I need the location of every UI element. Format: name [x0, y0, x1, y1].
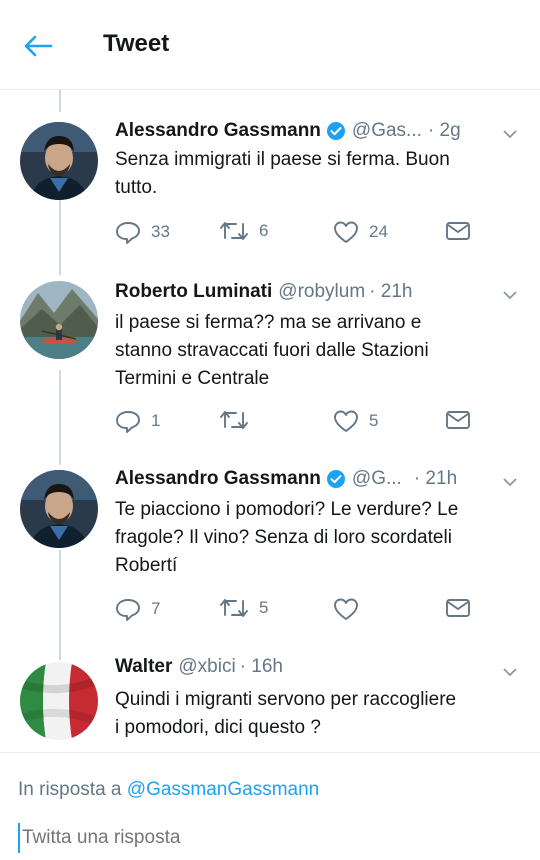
tweet[interactable]: Alessandro Gassmann @Gas... · 2g Senza i… [0, 110, 540, 270]
envelope-icon [446, 411, 470, 429]
man-portrait-avatar-icon [20, 122, 98, 200]
direct-message-button[interactable] [445, 220, 471, 242]
chevron-down-icon [503, 668, 517, 677]
landscape-kayak-avatar-icon [20, 281, 98, 359]
reply-icon [116, 599, 140, 621]
verified-badge-icon [326, 121, 346, 141]
like-button[interactable]: 5 [333, 409, 378, 433]
tweet-text-line: stanno stravaccati fuori dalle Stazioni [115, 340, 429, 361]
envelope-icon [446, 222, 470, 240]
verified-badge-icon [326, 469, 346, 489]
tweet-header: Roberto Luminati @robylum · 21h [115, 281, 412, 303]
tweet-text: Quindi i migranti servono per raccoglier… [115, 686, 525, 742]
direct-message-button[interactable] [445, 597, 471, 619]
heart-icon [334, 221, 358, 243]
chevron-down-icon [503, 478, 517, 487]
retweet-count: 5 [259, 598, 269, 617]
user-handle[interactable]: @robylum [278, 281, 365, 303]
tweet-header: Alessandro Gassmann @Gas... · 2g [115, 120, 461, 142]
tweet-text: Te piacciono i pomodori? Le verdure? Le … [115, 496, 525, 580]
display-name[interactable]: Walter [115, 656, 172, 678]
tweet-text: Senza immigrati il paese si ferma. Buon … [115, 146, 525, 202]
like-count: 24 [369, 222, 388, 241]
more-options-button[interactable] [500, 662, 520, 682]
tweet-time: · 2g [427, 120, 461, 141]
tweet-text-line: i pomodori, dici questo ? [115, 717, 321, 738]
retweet-button[interactable] [219, 409, 259, 431]
man-portrait-avatar-icon [20, 470, 98, 548]
reply-button[interactable]: 1 [115, 409, 160, 433]
more-options-button[interactable] [500, 285, 520, 305]
page-title: Tweet [103, 30, 170, 57]
chevron-down-icon [503, 130, 517, 139]
tweet-header: Alessandro Gassmann @G... · 21h [115, 468, 457, 490]
tweet-time: · 16h [239, 656, 283, 677]
reply-mention-link[interactable]: @GassmanGassmann [127, 779, 319, 800]
reply-button[interactable]: 7 [115, 597, 160, 621]
reply-input[interactable] [18, 823, 518, 853]
heart-icon [334, 410, 358, 432]
retweet-button[interactable]: 6 [219, 220, 268, 242]
envelope-icon [446, 599, 470, 617]
user-handle[interactable]: @G... [352, 468, 402, 490]
display-name[interactable]: Roberto Luminati [115, 281, 272, 303]
reply-context-prefix: In risposta a [18, 779, 122, 800]
display-name[interactable]: Alessandro Gassmann [115, 468, 321, 490]
display-name[interactable]: Alessandro Gassmann [115, 120, 321, 142]
avatar[interactable] [20, 281, 98, 359]
tweet[interactable]: Roberto Luminati @robylum · 21h il paese… [0, 275, 540, 455]
like-button[interactable]: 24 [333, 220, 388, 244]
tweet-actions: 7 5 [115, 597, 515, 623]
tweet-text-line: tutto. [115, 177, 158, 198]
retweet-button[interactable]: 5 [219, 597, 268, 619]
tweet-header: Walter @xbici · 16h [115, 656, 283, 678]
back-button[interactable] [18, 26, 58, 66]
tweet-time: · 21h [369, 281, 413, 302]
reply-count: 1 [151, 411, 161, 430]
retweet-icon [220, 411, 248, 429]
tweet-text: il paese si ferma?? ma se arrivano e sta… [115, 309, 525, 393]
reply-button[interactable]: 33 [115, 220, 170, 244]
tweet[interactable]: Walter @xbici · 16h Quindi i migranti se… [0, 650, 540, 752]
chevron-down-icon [503, 291, 517, 300]
like-button[interactable] [333, 597, 369, 621]
user-handle[interactable]: @xbici [178, 656, 235, 678]
tweet-text-line: Senza immigrati il paese si ferma. Buon [115, 149, 450, 170]
more-options-button[interactable] [500, 124, 520, 144]
top-bar: Tweet [0, 0, 540, 90]
tweet[interactable]: Alessandro Gassmann @G... · 21h Te piacc… [0, 462, 540, 642]
heart-icon [334, 598, 358, 620]
avatar[interactable] [20, 122, 98, 200]
like-count: 5 [369, 411, 379, 430]
reply-composer: In risposta a @GassmanGassmann [0, 752, 540, 860]
tweet-text-line: Te piacciono i pomodori? Le verdure? Le [115, 499, 459, 520]
tweet-text-line: Termini e Centrale [115, 368, 270, 389]
italian-flag-avatar-icon [20, 662, 98, 740]
avatar[interactable] [20, 470, 98, 548]
retweet-icon [220, 222, 248, 240]
tweet-actions: 1 5 [115, 409, 515, 435]
reply-icon [116, 222, 140, 244]
tweet-text-line: Robertí [115, 555, 178, 576]
retweet-count: 6 [259, 221, 269, 240]
retweet-icon [220, 599, 248, 617]
direct-message-button[interactable] [445, 409, 471, 431]
tweet-text-line: Quindi i migranti servono per raccoglier… [115, 689, 457, 710]
tweet-actions: 33 6 24 [115, 220, 515, 246]
reply-context: In risposta a @GassmanGassmann [18, 779, 319, 801]
tweet-time: · 21h [413, 468, 458, 489]
user-handle[interactable]: @Gas... [352, 120, 422, 142]
reply-count: 7 [151, 599, 161, 618]
tweet-text-line: fragole? Il vino? Senza di loro scordate… [115, 527, 452, 548]
back-arrow-icon [24, 35, 53, 57]
avatar[interactable] [20, 662, 98, 740]
reply-count: 33 [151, 222, 170, 241]
more-options-button[interactable] [500, 472, 520, 492]
thread-line [59, 90, 61, 112]
tweet-text-line: il paese si ferma?? ma se arrivano e [115, 312, 422, 333]
reply-icon [116, 411, 140, 433]
